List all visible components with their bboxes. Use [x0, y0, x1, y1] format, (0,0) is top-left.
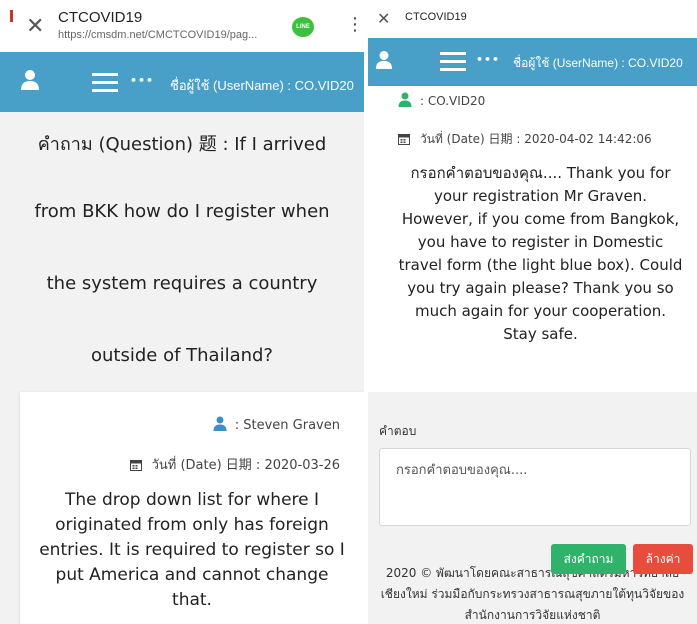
clear-button[interactable]: ล้างค่า [633, 544, 693, 574]
post-author-name: : Steven Graven [234, 418, 340, 433]
reply-date-text: วันที่ (Date) 日期 : 2020-04-02 14:42:06 [420, 132, 652, 146]
calendar-icon [129, 460, 142, 471]
top-navbar: ••• ชื่อผู้ใช้ (UserName) : CO.VID20 [368, 38, 697, 86]
post-date-text: วันที่ (Date) 日期 : 2020-03-26 [151, 458, 340, 473]
footer-line: สำนักงานการวิจัยแห่งชาติ [464, 608, 601, 622]
browser-bar: ✕ CTCOVID19 https://cmsdm.net/CMCTCOVID1… [0, 0, 364, 52]
username-label: ชื่อผู้ใช้ (UserName) : CO.VID20 [170, 78, 354, 93]
right-screenshot: ✕ CTCOVID19 ••• ชื่อผู้ใช้ (UserName) : … [368, 0, 697, 624]
reply-card: : CO.VID20 วันที่ (Date) 日期 : 2020-04-02… [368, 86, 697, 392]
close-icon[interactable]: ✕ [377, 9, 390, 28]
reply-author: : CO.VID20 [398, 92, 485, 108]
nav-dots-icon[interactable]: ••• [130, 74, 154, 87]
reply-body: กรอกคำตอบของคุณ.... Thank you for your r… [398, 164, 683, 343]
question-line: from BKK how do I register when [34, 201, 330, 222]
answer-form: คำตอบ 2020 © พัฒนาโดยคณะสาธารณสุขศาสตร์ม… [368, 392, 697, 624]
answer-input[interactable] [379, 448, 691, 526]
user-icon[interactable] [20, 69, 40, 91]
question-section: คำถาม (Question) 题 : If I arrived from B… [0, 112, 364, 390]
post-card: : Steven Graven วันที่ (Date) 日期 : 2020-… [20, 392, 364, 624]
user-icon[interactable] [375, 50, 393, 70]
browser-title: CTCOVID19 [405, 11, 467, 23]
post-author: : Steven Graven [213, 416, 340, 433]
nav-dots-icon[interactable]: ••• [476, 53, 500, 66]
browser-url[interactable]: https://cmsdm.net/CMCTCOVID19/pag... [58, 29, 257, 41]
post-date: วันที่ (Date) 日期 : 2020-03-26 [129, 454, 340, 475]
reply-author-name: : CO.VID20 [420, 94, 486, 108]
person-icon [213, 416, 227, 431]
footer-line: เชียงใหม่ ร่วมมือกับกระทรวงสาธารณสุขภายใ… [380, 587, 685, 601]
post-body: The drop down list for where I originate… [39, 490, 345, 610]
question-line: คำถาม (Question) 题 : If I arrived [37, 134, 327, 155]
answer-label: คำตอบ [379, 424, 417, 438]
close-icon[interactable]: ✕ [26, 14, 44, 39]
username-label: ชื่อผู้ใช้ (UserName) : CO.VID20 [513, 56, 683, 70]
status-indicator [10, 10, 13, 22]
browser-title: CTCOVID19 [58, 9, 143, 26]
question-line: outside of Thailand? [90, 345, 273, 366]
more-options-icon[interactable]: ⋮ [346, 14, 364, 35]
question-line: the system requires a country [46, 273, 318, 294]
calendar-icon [398, 134, 410, 145]
menu-toggle-icon[interactable] [92, 73, 118, 97]
person-icon [398, 92, 412, 107]
line-share-icon[interactable]: LINE [292, 17, 314, 37]
left-screenshot: ✕ CTCOVID19 https://cmsdm.net/CMCTCOVID1… [0, 0, 364, 624]
menu-toggle-icon[interactable] [440, 52, 466, 76]
browser-bar: ✕ CTCOVID19 [368, 0, 697, 38]
send-button[interactable]: ส่งคำถาม [551, 544, 626, 574]
reply-date: วันที่ (Date) 日期 : 2020-04-02 14:42:06 [398, 130, 652, 149]
top-navbar: ••• ชื่อผู้ใช้ (UserName) : CO.VID20 [0, 52, 364, 112]
